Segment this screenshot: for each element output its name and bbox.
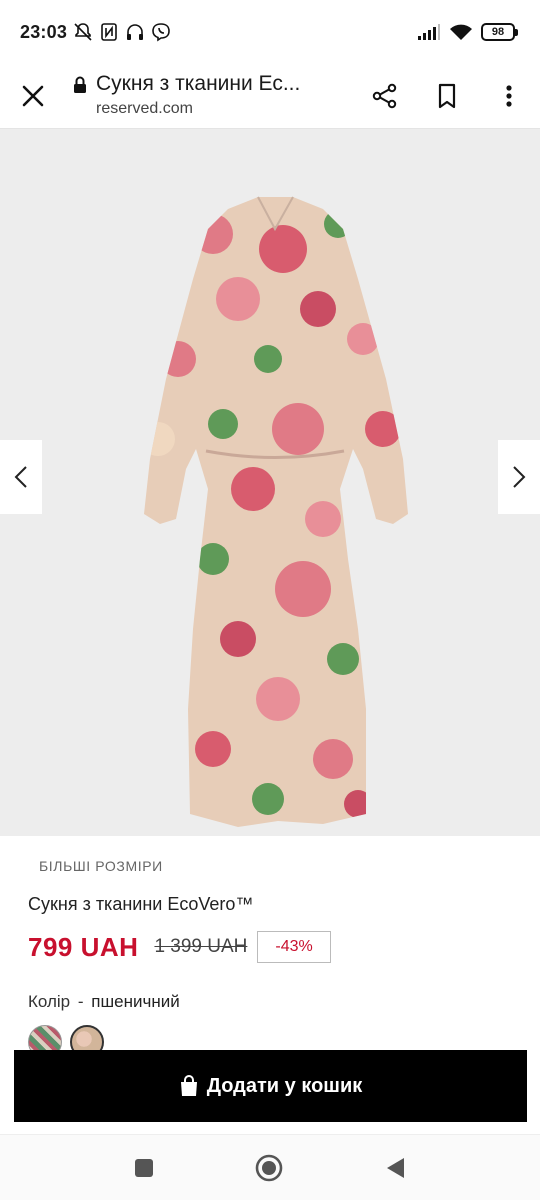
page-domain: reserved.com — [96, 100, 193, 117]
product-gallery[interactable] — [0, 129, 540, 836]
battery-icon: 98 — [481, 23, 518, 41]
close-icon — [22, 85, 44, 107]
add-to-cart-button[interactable]: Додати у кошик — [14, 1050, 527, 1122]
chevron-right-icon — [513, 466, 526, 488]
product-name: Сукня з тканини EcoVero™ — [28, 894, 254, 914]
more-options-button[interactable] — [478, 64, 540, 128]
more-vertical-icon — [506, 85, 512, 107]
share-button[interactable] — [354, 64, 416, 128]
recents-icon — [135, 1159, 153, 1177]
status-bar: 23:03 98 — [0, 0, 540, 64]
home-icon — [255, 1154, 283, 1182]
battery-level: 98 — [481, 23, 515, 41]
old-price: 1 399 UAH — [154, 936, 248, 957]
page-title: Сукня з тканини Ес... — [96, 72, 301, 95]
browser-toolbar: Сукня з тканини Ес... reserved.com — [0, 64, 540, 128]
status-system-icons: 98 — [417, 23, 518, 41]
url-area[interactable]: Сукня з тканини Ес... reserved.com — [94, 72, 354, 120]
current-price: 799 UAH — [28, 931, 139, 962]
chevron-left-icon — [14, 466, 27, 488]
home-button[interactable] — [254, 1153, 284, 1183]
muted-bell-icon — [74, 23, 92, 41]
wifi-icon — [450, 24, 472, 40]
back-button[interactable] — [380, 1153, 410, 1183]
bookmark-icon — [438, 83, 456, 109]
bookmark-button[interactable] — [416, 64, 478, 128]
previous-image-button[interactable] — [0, 440, 42, 514]
share-icon — [372, 83, 397, 109]
color-info: Колір - пшеничний — [28, 992, 180, 1012]
back-icon — [387, 1158, 404, 1178]
signal-icon — [418, 24, 440, 40]
status-time: 23:03 — [20, 21, 68, 42]
discount-badge: -43% — [257, 931, 331, 963]
nfc-icon — [101, 23, 117, 41]
system-nav-bar — [0, 1134, 540, 1200]
color-label: Колір — [28, 992, 71, 1011]
status-notification-icons — [73, 22, 171, 42]
lock-icon — [66, 76, 94, 94]
battery-tip — [515, 28, 518, 36]
product-image — [144, 196, 408, 827]
category-label: БІЛЬШІ РОЗМІРИ — [39, 858, 163, 874]
next-image-button[interactable] — [498, 440, 540, 514]
headphones-icon — [127, 24, 144, 40]
viber-icon — [152, 23, 170, 42]
color-value: пшеничний — [91, 992, 180, 1011]
shopping-bag-icon — [180, 1075, 197, 1096]
recents-button[interactable] — [129, 1153, 159, 1183]
color-separator: - — [77, 992, 84, 1011]
close-button[interactable] — [0, 64, 66, 128]
add-to-cart-label: Додати у кошик — [206, 1074, 363, 1097]
price-row: 799 UAH 1 399 UAH -43% — [28, 930, 331, 964]
